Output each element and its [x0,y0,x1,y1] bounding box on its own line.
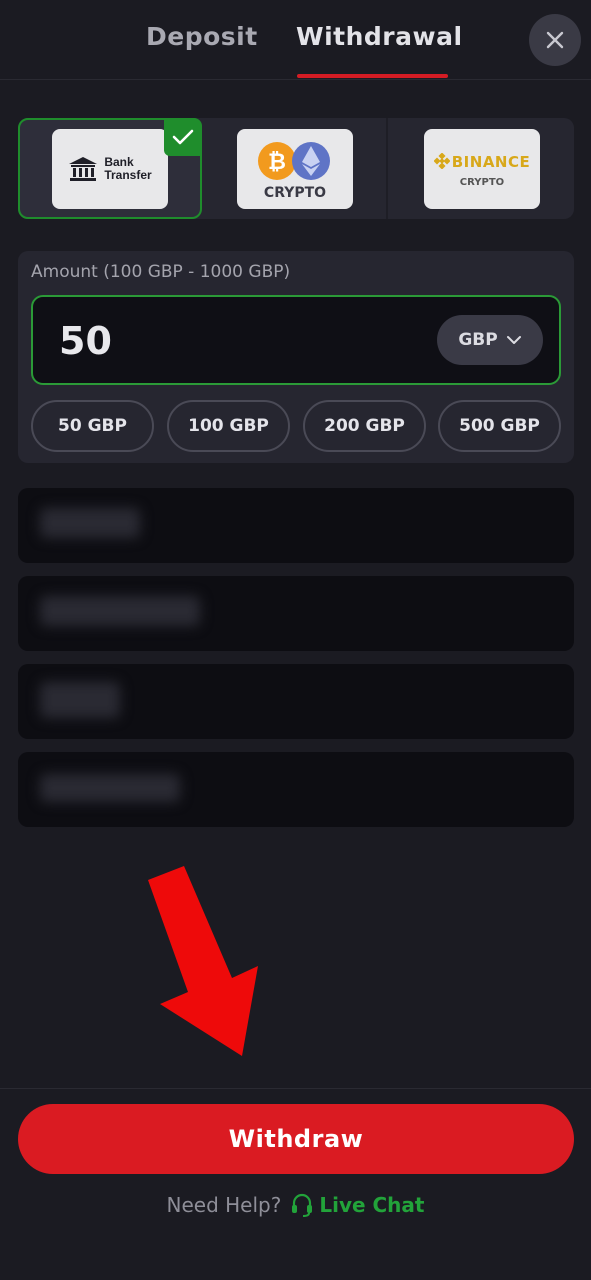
currency-select[interactable]: GBP [437,315,543,365]
close-button[interactable] [529,14,581,66]
tab-deposit[interactable]: Deposit [146,22,258,51]
red-arrow-annotation [148,866,258,1056]
redacted-content [40,508,140,538]
currency-value: GBP [458,330,498,350]
binance-title: BINANCE [424,151,540,171]
payment-method-binance[interactable]: BINANCE CRYPTO [390,118,574,219]
amount-input[interactable]: 50 GBP [31,295,561,385]
amount-label: Amount (100 GBP - 1000 GBP) [31,262,291,282]
bank-icon [69,156,98,181]
bank-transfer-logo: Bank Transfer [52,128,168,209]
close-icon [546,31,564,49]
crypto-logo: ₿ CRYPTO [237,128,353,209]
check-icon [172,129,194,145]
tab-withdrawal[interactable]: Withdrawal [296,22,463,51]
payment-method-bank-transfer[interactable]: Bank Transfer [18,118,202,219]
crypto-icon: ₿ [258,141,330,180]
quick-amount-chip[interactable]: 100 GBP [167,400,290,452]
bank-label-line2: Transfer [104,167,152,182]
quick-amount-chip[interactable]: 500 GBP [438,400,561,452]
redacted-content [40,774,180,802]
headset-icon [292,1193,313,1217]
binance-label: BINANCE [451,152,531,171]
binance-sublabel: CRYPTO [459,176,505,188]
header: Deposit Withdrawal [0,0,591,80]
binance-logo: BINANCE CRYPTO [424,128,540,209]
redacted-content [40,682,120,718]
need-help-text: Need Help? [166,1193,282,1217]
quick-amount-chip[interactable]: 50 GBP [31,400,154,452]
redacted-field-1[interactable] [18,488,574,563]
help-row: Need Help? Live Chat [0,1188,591,1222]
redacted-field-4[interactable] [18,752,574,827]
redacted-content [40,596,200,626]
binance-icon [433,151,451,170]
redacted-field-3[interactable] [18,664,574,739]
live-chat-label: Live Chat [319,1193,425,1217]
bank-transfer-label: Bank Transfer [104,154,152,182]
active-tab-indicator [297,74,448,78]
svg-text:₿: ₿ [268,150,286,175]
withdraw-button[interactable]: Withdraw [18,1104,574,1174]
redacted-field-2[interactable] [18,576,574,651]
live-chat-link[interactable]: Live Chat [291,1193,424,1217]
payment-methods: Bank Transfer ₿ CRYPTO BINANCE CRYPTO [18,118,574,219]
amount-panel: Amount (100 GBP - 1000 GBP) 50 GBP 50 GB… [18,251,574,463]
selected-check-badge [164,118,202,156]
bottom-divider [0,1088,591,1089]
chevron-down-icon [506,336,521,344]
payment-method-crypto[interactable]: ₿ CRYPTO [204,118,388,219]
amount-value[interactable]: 50 [59,319,112,363]
quick-amount-chip[interactable]: 200 GBP [303,400,426,452]
crypto-label: CRYPTO [263,184,327,201]
bank-label-line1: Bank [104,154,134,169]
